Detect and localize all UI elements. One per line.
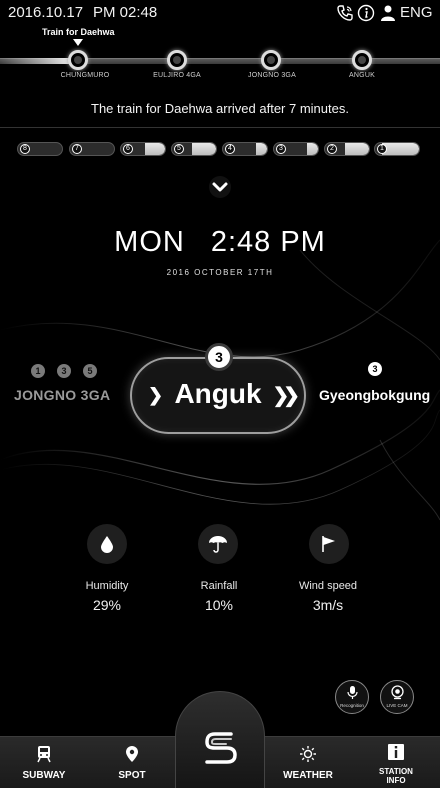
next-station-name[interactable]: Gyeongbokgung [319, 387, 430, 403]
next-line-badge: 3 [368, 362, 382, 376]
nav-station-info[interactable]: STATION INFO [352, 737, 440, 788]
car-number: 1 [377, 144, 387, 154]
double-chevron-right-icon: ❯❯ [272, 385, 299, 407]
nav-subway[interactable]: SUBWAY [0, 737, 88, 788]
nav-spot[interactable]: SPOT [88, 737, 176, 788]
arrival-message: The train for Daehwa arrived after 7 min… [91, 101, 349, 116]
flag-icon [322, 536, 335, 552]
wind-icon-button [309, 524, 349, 564]
live-cam-button[interactable]: LIVE CAM [380, 680, 414, 714]
humidity-value: 29% [92, 597, 122, 613]
car-number: 7 [72, 144, 82, 154]
line-badge: 1 [31, 364, 45, 378]
nav-spot-label: SPOT [118, 770, 146, 781]
info-square-icon [388, 744, 404, 760]
route-station-node[interactable] [352, 50, 372, 70]
car-congestion-indicator: 7 [69, 142, 115, 156]
rainfall-icon-button [198, 524, 238, 564]
nav-weather-label: WEATHER [283, 770, 333, 781]
status-time: PM 02:48 [93, 4, 158, 21]
clock-time: 2:48 PM [210, 226, 326, 258]
train-direction-label: Train for Daehwa [42, 27, 115, 37]
line-badge: 3 [57, 364, 71, 378]
phone-icon[interactable] [336, 4, 354, 22]
route-station-name: JONGNO 3GA [248, 72, 296, 79]
line-badge: 5 [83, 364, 97, 378]
rainfall-value: 10% [204, 597, 234, 613]
home-logo-button[interactable] [175, 691, 265, 788]
microphone-icon [347, 686, 358, 699]
clock-day: MON [114, 226, 185, 258]
previous-station-name[interactable]: JONGNO 3GA [14, 387, 110, 403]
car-congestion-indicator: 4 [222, 142, 268, 156]
person-icon[interactable] [379, 4, 397, 22]
info-icon[interactable] [357, 4, 375, 22]
car-number: 5 [174, 144, 184, 154]
car-congestion-fill [307, 143, 318, 155]
recognition-label: Recognition [340, 703, 364, 708]
car-congestion-indicator: 3 [273, 142, 319, 156]
car-number: 8 [20, 144, 30, 154]
status-date: 2016.10.17 [8, 4, 84, 21]
car-congestion-fill [145, 143, 165, 155]
route-station-name: CHUNGMURO [60, 72, 110, 79]
route-station-name: EULJIRO 4GA [153, 72, 201, 79]
nav-station-info-label: STATION INFO [379, 767, 413, 785]
humidity-label: Humidity [85, 580, 129, 592]
car-congestion-indicator: 8 [17, 142, 63, 156]
car-number: 3 [276, 144, 286, 154]
car-number: 6 [123, 144, 133, 154]
car-number: 4 [225, 144, 235, 154]
car-congestion-fill [381, 143, 419, 155]
chevron-down-icon[interactable] [207, 176, 233, 198]
wind-speed-value: 3m/s [312, 597, 344, 613]
wind-speed-label: Wind speed [298, 580, 358, 592]
umbrella-icon [209, 536, 227, 553]
train-icon [37, 746, 51, 763]
status-bar: 2016.10.17 PM 02:48 ENG [0, 0, 440, 26]
car-congestion-indicator: 2 [324, 142, 370, 156]
recognition-button[interactable]: Recognition [335, 680, 369, 714]
camera-icon [391, 685, 404, 700]
app-logo-icon [205, 732, 237, 764]
divider [0, 127, 440, 128]
route-station-name: ANGUK [349, 72, 375, 79]
car-number: 2 [327, 144, 337, 154]
car-congestion-fill [344, 143, 369, 155]
route-station-node[interactable] [68, 50, 88, 70]
nav-subway-label: SUBWAY [22, 770, 66, 781]
rainfall-label: Rainfall [200, 580, 238, 592]
car-congestion-indicator: 1 [374, 142, 420, 156]
clock-date: 2016 OCTOBER 17TH [166, 268, 274, 277]
car-congestion-indicator: 5 [171, 142, 217, 156]
language-toggle[interactable]: ENG [400, 4, 433, 21]
nav-weather[interactable]: WEATHER [264, 737, 352, 788]
route-station-node[interactable] [167, 50, 187, 70]
car-congestion-fill [256, 143, 267, 155]
clock-display: MON 2:48 PM [0, 226, 440, 259]
route-station-node[interactable] [261, 50, 281, 70]
car-congestion-indicator: 6 [120, 142, 166, 156]
drop-icon [101, 536, 113, 553]
sun-icon [300, 746, 316, 762]
car-congestion-fill [191, 143, 216, 155]
current-line-badge: 3 [205, 343, 233, 371]
humidity-icon-button [87, 524, 127, 564]
live-cam-label: LIVE CAM [386, 703, 408, 708]
location-pin-icon [126, 746, 138, 762]
train-position-marker [73, 39, 83, 46]
